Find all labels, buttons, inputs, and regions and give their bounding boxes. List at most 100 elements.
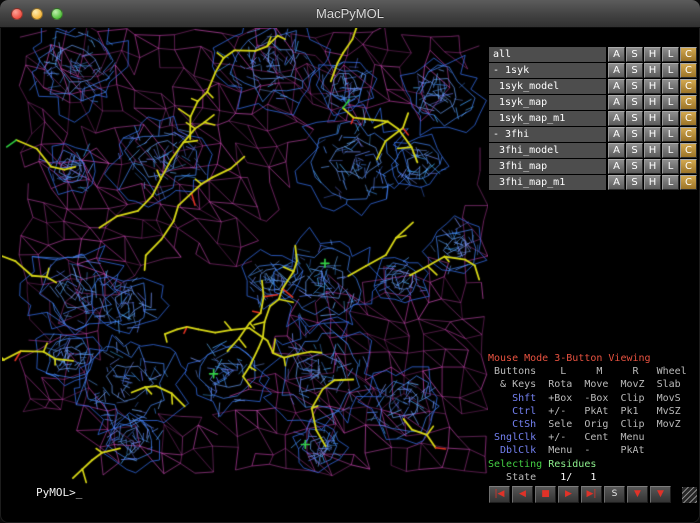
object-name[interactable]: 3fhi_model bbox=[489, 143, 606, 158]
object-action-button[interactable]: A bbox=[608, 143, 625, 158]
object-label-button[interactable]: L bbox=[662, 79, 679, 94]
mouse-panel-segment: +Box -Box Clip MovS bbox=[536, 393, 681, 404]
object-label-button[interactable]: L bbox=[662, 159, 679, 174]
resize-grip[interactable] bbox=[682, 487, 697, 503]
object-hide-button[interactable]: H bbox=[644, 95, 661, 110]
mouse-panel-line: Shft +Box -Box Clip MovS bbox=[488, 392, 698, 405]
object-show-button[interactable]: S bbox=[626, 79, 643, 94]
object-row: - 1sykASHLC bbox=[489, 63, 697, 78]
mouse-panel-segment: Mouse Mode 3-Button Viewing bbox=[488, 353, 651, 364]
object-color-button[interactable]: C bbox=[680, 143, 697, 158]
object-label-button[interactable]: L bbox=[662, 127, 679, 142]
object-show-button[interactable]: S bbox=[626, 175, 643, 190]
step-back-button[interactable]: ◀ bbox=[512, 486, 533, 503]
object-name[interactable]: 1syk_map bbox=[489, 95, 606, 110]
object-action-button[interactable]: A bbox=[608, 47, 625, 62]
object-name[interactable]: 3fhi_map bbox=[489, 159, 606, 174]
object-hide-button[interactable]: H bbox=[644, 79, 661, 94]
mouse-panel-line: Ctrl +/- PkAt Pk1 MvSZ bbox=[488, 405, 698, 418]
mouse-panel-line: Buttons L M R Wheel bbox=[488, 365, 698, 378]
object-hide-button[interactable]: H bbox=[644, 63, 661, 78]
mouse-panel-segment: Residues bbox=[542, 459, 596, 470]
object-color-button[interactable]: C bbox=[680, 159, 697, 174]
mouse-panel-segment: Selecting bbox=[488, 459, 542, 470]
object-label-button[interactable]: L bbox=[662, 175, 679, 190]
mouse-panel-segment: CtSh bbox=[488, 419, 536, 430]
mouse-panel: Mouse Mode 3-Button Viewing Buttons L M … bbox=[488, 352, 698, 484]
object-name[interactable]: 3fhi_map_m1 bbox=[489, 175, 606, 190]
object-color-button[interactable]: C bbox=[680, 95, 697, 110]
object-action-button[interactable]: A bbox=[608, 175, 625, 190]
mouse-panel-segment: & Keys bbox=[488, 379, 536, 390]
object-hide-button[interactable]: H bbox=[644, 127, 661, 142]
viewport-canvas[interactable] bbox=[2, 28, 488, 505]
object-color-button[interactable]: C bbox=[680, 111, 697, 126]
object-color-button[interactable]: C bbox=[680, 127, 697, 142]
zoom-button[interactable] bbox=[51, 8, 63, 20]
object-name[interactable]: 1syk_map_m1 bbox=[489, 111, 606, 126]
object-name[interactable]: - 3fhi bbox=[489, 127, 606, 142]
window-title: MacPyMOL bbox=[0, 0, 700, 27]
go-start-button[interactable]: |◀ bbox=[489, 486, 510, 503]
object-show-button[interactable]: S bbox=[626, 63, 643, 78]
mouse-panel-line: & Keys Rota Move MovZ Slab bbox=[488, 378, 698, 391]
traffic-lights bbox=[11, 8, 63, 20]
mouse-panel-segment: Rota Move MovZ Slab bbox=[536, 379, 681, 390]
mouse-panel-segment: Menu - PkAt bbox=[536, 445, 644, 456]
minimize-button[interactable] bbox=[31, 8, 43, 20]
object-row: 3fhi_map_m1ASHLC bbox=[489, 175, 697, 190]
mouse-panel-segment: State bbox=[488, 472, 536, 483]
object-action-button[interactable]: A bbox=[608, 63, 625, 78]
mouse-panel-line[interactable]: Mouse Mode 3-Button Viewing bbox=[488, 352, 698, 365]
object-label-button[interactable]: L bbox=[662, 47, 679, 62]
object-hide-button[interactable]: H bbox=[644, 143, 661, 158]
go-end-button[interactable]: ▶| bbox=[581, 486, 602, 503]
object-show-button[interactable]: S bbox=[626, 159, 643, 174]
play-button[interactable]: ▶ bbox=[558, 486, 579, 503]
object-name[interactable]: 1syk_model bbox=[489, 79, 606, 94]
object-action-button[interactable]: A bbox=[608, 127, 625, 142]
object-hide-button[interactable]: H bbox=[644, 175, 661, 190]
s-button[interactable]: S bbox=[604, 486, 625, 503]
object-show-button[interactable]: S bbox=[626, 127, 643, 142]
object-label-button[interactable]: L bbox=[662, 111, 679, 126]
object-row: 3fhi_modelASHLC bbox=[489, 143, 697, 158]
object-label-button[interactable]: L bbox=[662, 63, 679, 78]
object-show-button[interactable]: S bbox=[626, 95, 643, 110]
object-row: - 3fhiASHLC bbox=[489, 127, 697, 142]
playback-controls: |◀◀■▶▶|S▼▼ bbox=[489, 486, 673, 503]
object-row: 1syk_mapASHLC bbox=[489, 95, 697, 110]
object-name[interactable]: - 1syk bbox=[489, 63, 606, 78]
scene-menu-button[interactable]: ▼ bbox=[627, 486, 648, 503]
object-color-button[interactable]: C bbox=[680, 63, 697, 78]
object-action-button[interactable]: A bbox=[608, 159, 625, 174]
object-show-button[interactable]: S bbox=[626, 47, 643, 62]
object-color-button[interactable]: C bbox=[680, 175, 697, 190]
title-bar[interactable]: MacPyMOL bbox=[0, 0, 700, 28]
object-hide-button[interactable]: H bbox=[644, 111, 661, 126]
mouse-panel-line[interactable]: Selecting Residues bbox=[488, 458, 698, 471]
object-panel: allASHLC- 1sykASHLC1syk_modelASHLC1syk_m… bbox=[489, 47, 697, 191]
frame-menu-button[interactable]: ▼ bbox=[650, 486, 671, 503]
object-row: allASHLC bbox=[489, 47, 697, 62]
object-hide-button[interactable]: H bbox=[644, 47, 661, 62]
object-show-button[interactable]: S bbox=[626, 143, 643, 158]
object-name[interactable]: all bbox=[489, 47, 606, 62]
object-color-button[interactable]: C bbox=[680, 79, 697, 94]
mouse-panel-segment: DblClk bbox=[488, 445, 536, 456]
object-row: 3fhi_mapASHLC bbox=[489, 159, 697, 174]
mouse-panel-line[interactable]: State 1/ 1 bbox=[488, 471, 698, 484]
object-show-button[interactable]: S bbox=[626, 111, 643, 126]
object-label-button[interactable]: L bbox=[662, 143, 679, 158]
object-action-button[interactable]: A bbox=[608, 79, 625, 94]
object-action-button[interactable]: A bbox=[608, 95, 625, 110]
close-button[interactable] bbox=[11, 8, 23, 20]
object-action-button[interactable]: A bbox=[608, 111, 625, 126]
macpymol-window: MacPyMOL PyMOL>_ allASHLC- 1sykASHLC1syk… bbox=[0, 0, 700, 523]
object-hide-button[interactable]: H bbox=[644, 159, 661, 174]
object-color-button[interactable]: C bbox=[680, 47, 697, 62]
mouse-panel-segment: Ctrl bbox=[488, 406, 536, 417]
object-label-button[interactable]: L bbox=[662, 95, 679, 110]
command-prompt[interactable]: PyMOL>_ bbox=[36, 486, 82, 499]
stop-button[interactable]: ■ bbox=[535, 486, 556, 503]
